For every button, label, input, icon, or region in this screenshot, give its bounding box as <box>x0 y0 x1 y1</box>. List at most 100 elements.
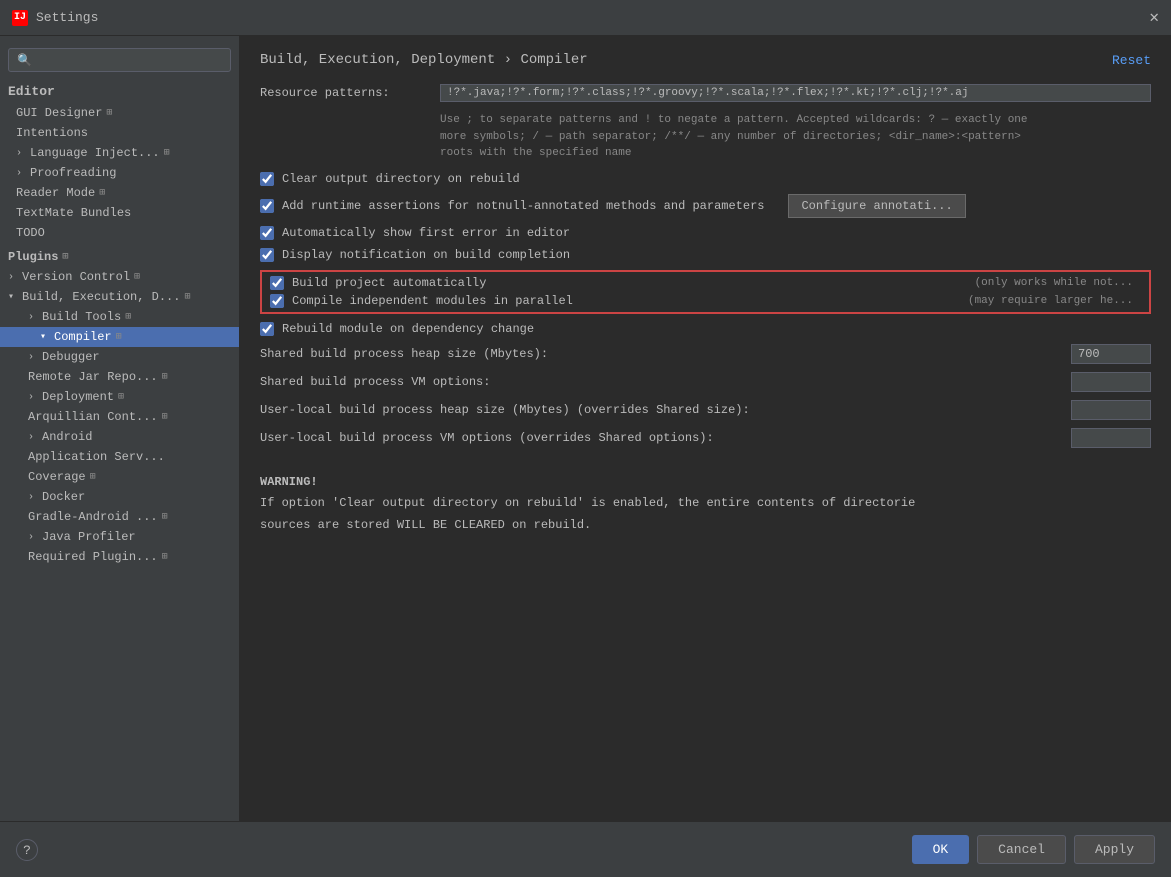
notification-checkbox[interactable] <box>260 248 274 262</box>
rebuild-module-checkbox[interactable] <box>260 322 274 336</box>
sidebar-item-proofreading[interactable]: › Proofreading <box>0 163 239 183</box>
settings-icon2: ⊞ <box>164 147 170 159</box>
sidebar-item-gui-designer[interactable]: GUI Designer ⊞ <box>0 103 239 123</box>
sidebar-item-label: TextMate Bundles <box>16 206 131 220</box>
content-header: Build, Execution, Deployment › Compiler … <box>260 52 1151 68</box>
notification-row: Display notification on build completion <box>260 248 1151 262</box>
settings-icon13: ⊞ <box>162 511 168 523</box>
settings-icon10: ⊞ <box>118 391 124 403</box>
sidebar-item-language-inject[interactable]: › Language Inject... ⊞ <box>0 143 239 163</box>
shared-heap-label: Shared build process heap size (Mbytes): <box>260 347 1071 361</box>
clear-output-label: Clear output directory on rebuild <box>282 172 520 186</box>
cancel-button[interactable]: Cancel <box>977 835 1066 864</box>
shared-heap-row: Shared build process heap size (Mbytes): <box>260 344 1151 364</box>
sidebar-item-label: Java Profiler <box>42 530 136 544</box>
shared-heap-input[interactable] <box>1071 344 1151 364</box>
sidebar-item-android[interactable]: › Android <box>0 427 239 447</box>
content-area: Build, Execution, Deployment › Compiler … <box>240 36 1171 821</box>
sidebar-item-label: Build Tools <box>42 310 121 324</box>
search-input[interactable] <box>8 48 231 72</box>
sidebar-item-reader-mode[interactable]: Reader Mode ⊞ <box>0 183 239 203</box>
help-button[interactable]: ? <box>16 839 38 861</box>
sidebar-item-textmate[interactable]: TextMate Bundles <box>0 203 239 223</box>
settings-icon6: ⊞ <box>184 291 190 303</box>
warning-text: If option 'Clear output directory on reb… <box>260 493 1151 536</box>
shared-vm-label: Shared build process VM options: <box>260 375 1071 389</box>
settings-icon4: ⊞ <box>62 251 68 263</box>
parallel-label: Compile independent modules in parallel <box>292 294 573 308</box>
first-error-checkbox[interactable] <box>260 226 274 240</box>
resource-patterns-row: Resource patterns: <box>260 84 1151 102</box>
local-heap-input[interactable] <box>1071 400 1151 420</box>
breadcrumb: Build, Execution, Deployment › Compiler <box>260 52 588 68</box>
sidebar-item-label: Build, Execution, D... <box>22 290 180 304</box>
sidebar-item-gradle-android[interactable]: Gradle-Android ... ⊞ <box>0 507 239 527</box>
sidebar-item-label: Version Control <box>22 270 130 284</box>
first-error-label: Automatically show first error in editor <box>282 226 570 240</box>
sidebar-item-coverage[interactable]: Coverage ⊞ <box>0 467 239 487</box>
settings-icon: ⊞ <box>106 107 112 119</box>
sidebar-item-remote-jar[interactable]: Remote Jar Repo... ⊞ <box>0 367 239 387</box>
sidebar-item-label: Deployment <box>42 390 114 404</box>
sidebar-item-label: Debugger <box>42 350 100 364</box>
settings-icon11: ⊞ <box>162 411 168 423</box>
title-bar: IJ Settings ✕ <box>0 0 1171 36</box>
sidebar-item-docker[interactable]: › Docker <box>0 487 239 507</box>
sidebar-item-label: Plugins <box>8 250 58 264</box>
sidebar-item-label: Coverage <box>28 470 86 484</box>
sidebar-item-label: Docker <box>42 490 85 504</box>
warning-box: WARNING! If option 'Clear output directo… <box>260 472 1151 537</box>
sidebar-item-label: Application Serv... <box>28 450 165 464</box>
sidebar-item-plugins[interactable]: Plugins ⊞ <box>0 247 239 267</box>
settings-icon7: ⊞ <box>125 311 131 323</box>
sidebar-item-version-control[interactable]: › Version Control ⊞ <box>0 267 239 287</box>
sidebar-item-debugger[interactable]: › Debugger <box>0 347 239 367</box>
local-heap-row: User-local build process heap size (Mbyt… <box>260 400 1151 420</box>
sidebar-item-build-tools[interactable]: › Build Tools ⊞ <box>0 307 239 327</box>
clear-output-checkbox[interactable] <box>260 172 274 186</box>
build-auto-checkbox[interactable] <box>270 276 284 290</box>
highlighted-options-section: Build project automatically (only works … <box>260 270 1151 314</box>
sidebar-item-required-plugin[interactable]: Required Plugin... ⊞ <box>0 547 239 567</box>
bottom-bar: ? OK Cancel Apply <box>0 821 1171 877</box>
notification-label: Display notification on build completion <box>282 248 570 262</box>
sidebar-item-todo[interactable]: TODO <box>0 223 239 243</box>
resource-patterns-label: Resource patterns: <box>260 84 440 100</box>
resource-patterns-hint: Use ; to separate patterns and ! to nega… <box>440 112 1151 162</box>
runtime-assertions-row: Add runtime assertions for notnull-annot… <box>260 194 1151 218</box>
sidebar-item-label: Arquillian Cont... <box>28 410 158 424</box>
sidebar-item-label: Intentions <box>16 126 88 140</box>
sidebar-item-deployment[interactable]: › Deployment ⊞ <box>0 387 239 407</box>
sidebar-item-label: GUI Designer <box>16 106 102 120</box>
warning-title: WARNING! <box>260 472 1151 494</box>
shared-vm-row: Shared build process VM options: <box>260 372 1151 392</box>
sidebar-item-label: Language Inject... <box>30 146 160 160</box>
close-button[interactable]: ✕ <box>1149 10 1159 26</box>
sidebar-item-intentions[interactable]: Intentions <box>0 123 239 143</box>
sidebar-item-build-execution[interactable]: ▾ Build, Execution, D... ⊞ <box>0 287 239 307</box>
runtime-assertions-checkbox[interactable] <box>260 199 274 213</box>
configure-annotation-button[interactable]: Configure annotati... <box>788 194 965 218</box>
sidebar: Editor GUI Designer ⊞ Intentions › Langu… <box>0 36 240 821</box>
sidebar-item-label: Proofreading <box>30 166 116 180</box>
shared-vm-input[interactable] <box>1071 372 1151 392</box>
parallel-checkbox[interactable] <box>270 294 284 308</box>
ok-button[interactable]: OK <box>912 835 970 864</box>
local-vm-input[interactable] <box>1071 428 1151 448</box>
sidebar-item-compiler[interactable]: ▾ Compiler ⊞ <box>0 327 239 347</box>
rebuild-module-row: Rebuild module on dependency change <box>260 322 1151 336</box>
apply-button[interactable]: Apply <box>1074 835 1155 864</box>
runtime-assertions-label: Add runtime assertions for notnull-annot… <box>282 199 764 213</box>
sidebar-item-arquillian[interactable]: Arquillian Cont... ⊞ <box>0 407 239 427</box>
rebuild-module-label: Rebuild module on dependency change <box>282 322 534 336</box>
sidebar-item-java-profiler[interactable]: › Java Profiler <box>0 527 239 547</box>
settings-icon8: ⊞ <box>116 331 122 343</box>
sidebar-item-label: Gradle-Android ... <box>28 510 158 524</box>
settings-icon3: ⊞ <box>99 187 105 199</box>
reset-button[interactable]: Reset <box>1112 53 1151 68</box>
build-auto-row: Build project automatically (only works … <box>270 276 1141 290</box>
settings-icon12: ⊞ <box>90 471 96 483</box>
local-vm-label: User-local build process VM options (ove… <box>260 431 1071 445</box>
sidebar-item-app-server[interactable]: Application Serv... <box>0 447 239 467</box>
resource-patterns-input[interactable] <box>440 84 1151 102</box>
